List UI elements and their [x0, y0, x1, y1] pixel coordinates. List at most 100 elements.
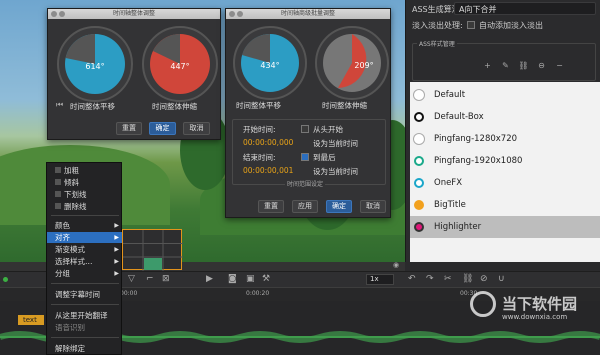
style-item[interactable]: Pingfang-1280x720: [410, 128, 600, 150]
style-color-icon: [414, 90, 424, 100]
stretch-dial[interactable]: 209°: [314, 25, 390, 101]
tools-icon[interactable]: ⚒: [262, 274, 270, 284]
magnet-icon[interactable]: ∪: [498, 274, 505, 284]
ruler-label: 0:00:20: [246, 290, 270, 297]
cancel-button[interactable]: 取消: [360, 200, 386, 213]
set-end-current-button[interactable]: 设为当前时间: [313, 166, 358, 177]
add-icon[interactable]: +: [481, 60, 494, 71]
subtitle-clip[interactable]: text: [18, 315, 44, 325]
shift-dial[interactable]: 434°: [232, 25, 308, 101]
submenu-arrow-icon: ▶: [114, 222, 119, 229]
zoom-select[interactable]: 1x: [366, 274, 394, 285]
menu-item-italic[interactable]: 倾斜: [47, 177, 123, 188]
ok-button[interactable]: 确定: [326, 200, 352, 213]
menu-label: 语音识别: [55, 323, 85, 332]
end-time-value[interactable]: 00:00:00,001: [243, 166, 293, 175]
checkbox-icon: [55, 167, 61, 173]
apply-button[interactable]: 应用: [292, 200, 318, 213]
style-item[interactable]: Default-Box: [410, 106, 600, 128]
unlink-icon[interactable]: ⊘: [480, 274, 488, 284]
time-range-group: 开始时间: 从头开始 00:00:00,000 设为当前时间 结束时间: 到最后…: [232, 119, 386, 188]
menu-label: 加粗: [64, 166, 79, 175]
style-item[interactable]: Pingfang-1920x1080: [410, 150, 600, 172]
watermark-name: 当下软件园: [502, 295, 578, 313]
menu-item-strikethrough[interactable]: 删除线: [47, 201, 123, 212]
minimize-icon[interactable]: [59, 11, 65, 17]
status-dot-icon: [3, 277, 8, 282]
style-name: Pingfang-1920x1080: [434, 156, 523, 166]
menu-item-gradient[interactable]: 渐变模式 ▶: [47, 244, 123, 255]
style-list: Default Default-Box Pingfang-1280x720 Pi…: [410, 82, 600, 262]
copy-icon[interactable]: ⊖: [535, 60, 548, 71]
dialog-title: 时间轴商级批量调整: [280, 10, 335, 17]
menu-item-group[interactable]: 分组 ▶: [47, 268, 123, 279]
image-icon[interactable]: ▣: [246, 274, 255, 284]
delete-icon[interactable]: −: [553, 60, 566, 71]
edit-icon[interactable]: ✎: [499, 60, 512, 71]
menu-item-adjust-time[interactable]: 调整字幕时间: [47, 289, 123, 300]
align-submenu-grid: [122, 229, 183, 271]
shift-dial-value: 614°: [85, 62, 104, 71]
shift-dial-value: 434°: [260, 61, 279, 70]
eye-icon[interactable]: ◉: [393, 261, 399, 269]
from-start-checkbox[interactable]: [301, 125, 309, 133]
alignment-grid[interactable]: [123, 230, 183, 271]
menu-item-translate-from-here[interactable]: 从这里开始翻译: [47, 310, 123, 321]
set-start-current-button[interactable]: 设为当前时间: [313, 138, 358, 149]
link-icon[interactable]: ⛓: [517, 60, 530, 71]
checkbox-icon: [55, 203, 61, 209]
end-time-label: 结束时间:: [243, 153, 276, 162]
start-time-value[interactable]: 00:00:00,000: [243, 138, 293, 147]
stretch-dial[interactable]: 447°: [141, 25, 219, 103]
menu-item-bold[interactable]: 加粗: [47, 165, 123, 176]
range-group-title: 时间范围设定: [285, 179, 326, 188]
link-icon[interactable]: ⛓: [462, 274, 473, 284]
style-item[interactable]: BigTitle: [410, 194, 600, 216]
dialog-title: 时间轴整体调整: [112, 10, 155, 17]
stretch-dial-value: 447°: [170, 62, 189, 71]
undo-icon[interactable]: ↶: [408, 274, 416, 284]
close-icon[interactable]: [51, 11, 57, 17]
dialog-title-bar: 时间轴商级批量调整: [226, 9, 390, 19]
reset-button[interactable]: 重置: [116, 122, 142, 135]
menu-label: 倾斜: [64, 178, 79, 187]
context-menu: 加粗 倾斜 下划线 删除线 颜色 ▶ 对齐 ▶ 渐变模式 ▶ 选择样式… ▶ 分组 ▶ 调…: [46, 162, 123, 355]
checkbox-icon: [55, 191, 61, 197]
marker-icon[interactable]: ⌐: [146, 274, 154, 284]
menu-item-align[interactable]: 对齐 ▶: [47, 232, 123, 243]
close-icon[interactable]: [229, 11, 235, 17]
style-item[interactable]: OneFX: [410, 172, 600, 194]
ok-button[interactable]: 确定: [149, 122, 176, 135]
play-icon[interactable]: ▶: [206, 274, 213, 284]
menu-separator: [51, 283, 119, 284]
cancel-button[interactable]: 取消: [183, 122, 210, 135]
menu-item-color[interactable]: 颜色 ▶: [47, 220, 123, 231]
style-name: Pingfang-1280x720: [434, 134, 518, 144]
camera-icon[interactable]: ◙: [228, 274, 237, 284]
style-name: Highlighter: [434, 222, 482, 232]
menu-label: 解除绑定: [55, 344, 85, 353]
stretch-label: 时间整体伸缩: [152, 102, 197, 111]
menu-item-select-style[interactable]: 选择样式… ▶: [47, 256, 123, 267]
rewind-icon[interactable]: ⏮: [56, 100, 63, 110]
menu-item-unbind[interactable]: 解除绑定: [47, 343, 123, 354]
split-icon[interactable]: ⊠: [162, 274, 170, 284]
menu-label: 渐变模式: [55, 245, 85, 254]
menu-item-underline[interactable]: 下划线: [47, 189, 123, 200]
style-color-icon: [414, 156, 424, 166]
to-end-checkbox[interactable]: [301, 153, 309, 161]
menu-label: 分组: [55, 269, 70, 278]
fade-checkbox[interactable]: [467, 21, 475, 29]
minimize-icon[interactable]: [237, 11, 243, 17]
shift-dial[interactable]: 614°: [56, 25, 134, 103]
redo-icon[interactable]: ↷: [426, 274, 434, 284]
menu-item-speech-recognition[interactable]: 语音识别: [47, 322, 123, 333]
cut-icon[interactable]: ▽: [128, 274, 135, 284]
style-item-selected[interactable]: Highlighter: [410, 216, 600, 238]
cut-clip-icon[interactable]: ✂: [444, 274, 452, 284]
reset-button[interactable]: 重置: [258, 200, 284, 213]
algo-dropdown[interactable]: A向下合并: [454, 2, 596, 15]
stretch-label: 时间整体伸缩: [322, 101, 367, 110]
submenu-arrow-icon: ▶: [114, 258, 119, 265]
style-item[interactable]: Default: [410, 84, 600, 106]
